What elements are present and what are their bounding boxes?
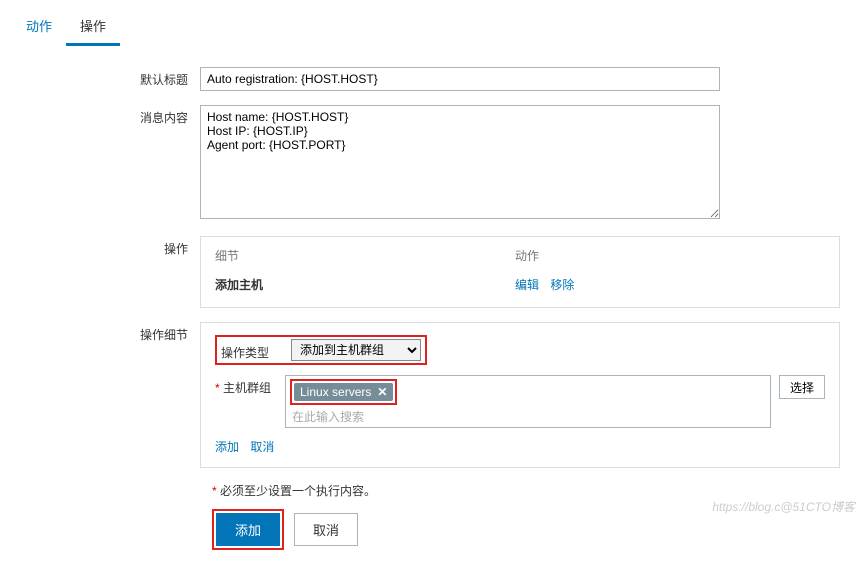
ops-header-detail: 细节 xyxy=(215,247,515,264)
ops-header-action: 动作 xyxy=(515,247,825,264)
operations-box: 细节 动作 添加主机 编辑 移除 xyxy=(200,236,840,308)
op-detail-label: 操作细节 xyxy=(20,322,200,343)
tabs-bar: 动作 操作 xyxy=(0,0,865,47)
ops-edit-link[interactable]: 编辑 xyxy=(515,278,539,292)
hostgroup-search-placeholder[interactable]: 在此输入搜索 xyxy=(290,408,766,425)
detail-cancel-link[interactable]: 取消 xyxy=(250,440,274,454)
tab-action[interactable]: 动作 xyxy=(12,8,66,46)
message-textarea[interactable] xyxy=(200,105,720,219)
hostgroup-select-button[interactable]: 选择 xyxy=(779,375,825,399)
form-area: 默认标题 消息内容 操作 细节 动作 添加主机 编辑 移除 操作细 xyxy=(0,47,865,570)
op-type-label: 操作类型 xyxy=(221,340,291,361)
default-title-label: 默认标题 xyxy=(20,67,200,88)
operations-row: 添加主机 编辑 移除 xyxy=(215,272,825,297)
ops-row-detail: 添加主机 xyxy=(215,276,515,293)
operation-detail-box: 操作类型 添加到主机群组 主机群组 Linux servers ✕ xyxy=(200,322,840,468)
hostgroup-multiselect[interactable]: Linux servers ✕ 在此输入搜索 xyxy=(285,375,771,428)
hostgroup-tag[interactable]: Linux servers ✕ xyxy=(294,383,393,401)
hostgroup-tag-label: Linux servers xyxy=(300,385,371,399)
detail-add-link[interactable]: 添加 xyxy=(215,440,239,454)
hostgroup-tag-remove-icon[interactable]: ✕ xyxy=(377,385,387,399)
footer-note: 必须至少设置一个执行内容。 xyxy=(220,484,376,498)
add-button[interactable]: 添加 xyxy=(216,513,280,546)
ops-remove-link[interactable]: 移除 xyxy=(550,278,574,292)
op-type-highlight: 操作类型 添加到主机群组 xyxy=(215,335,427,365)
op-type-select[interactable]: 添加到主机群组 xyxy=(291,339,421,361)
watermark: https://blog.c@51CTO博客 xyxy=(712,498,855,515)
operations-label: 操作 xyxy=(20,236,200,257)
hostgroup-label: 主机群组 xyxy=(215,375,285,396)
default-title-input[interactable] xyxy=(200,67,720,91)
message-label: 消息内容 xyxy=(20,105,200,126)
tab-operation[interactable]: 操作 xyxy=(66,8,120,46)
cancel-button[interactable]: 取消 xyxy=(294,513,358,546)
